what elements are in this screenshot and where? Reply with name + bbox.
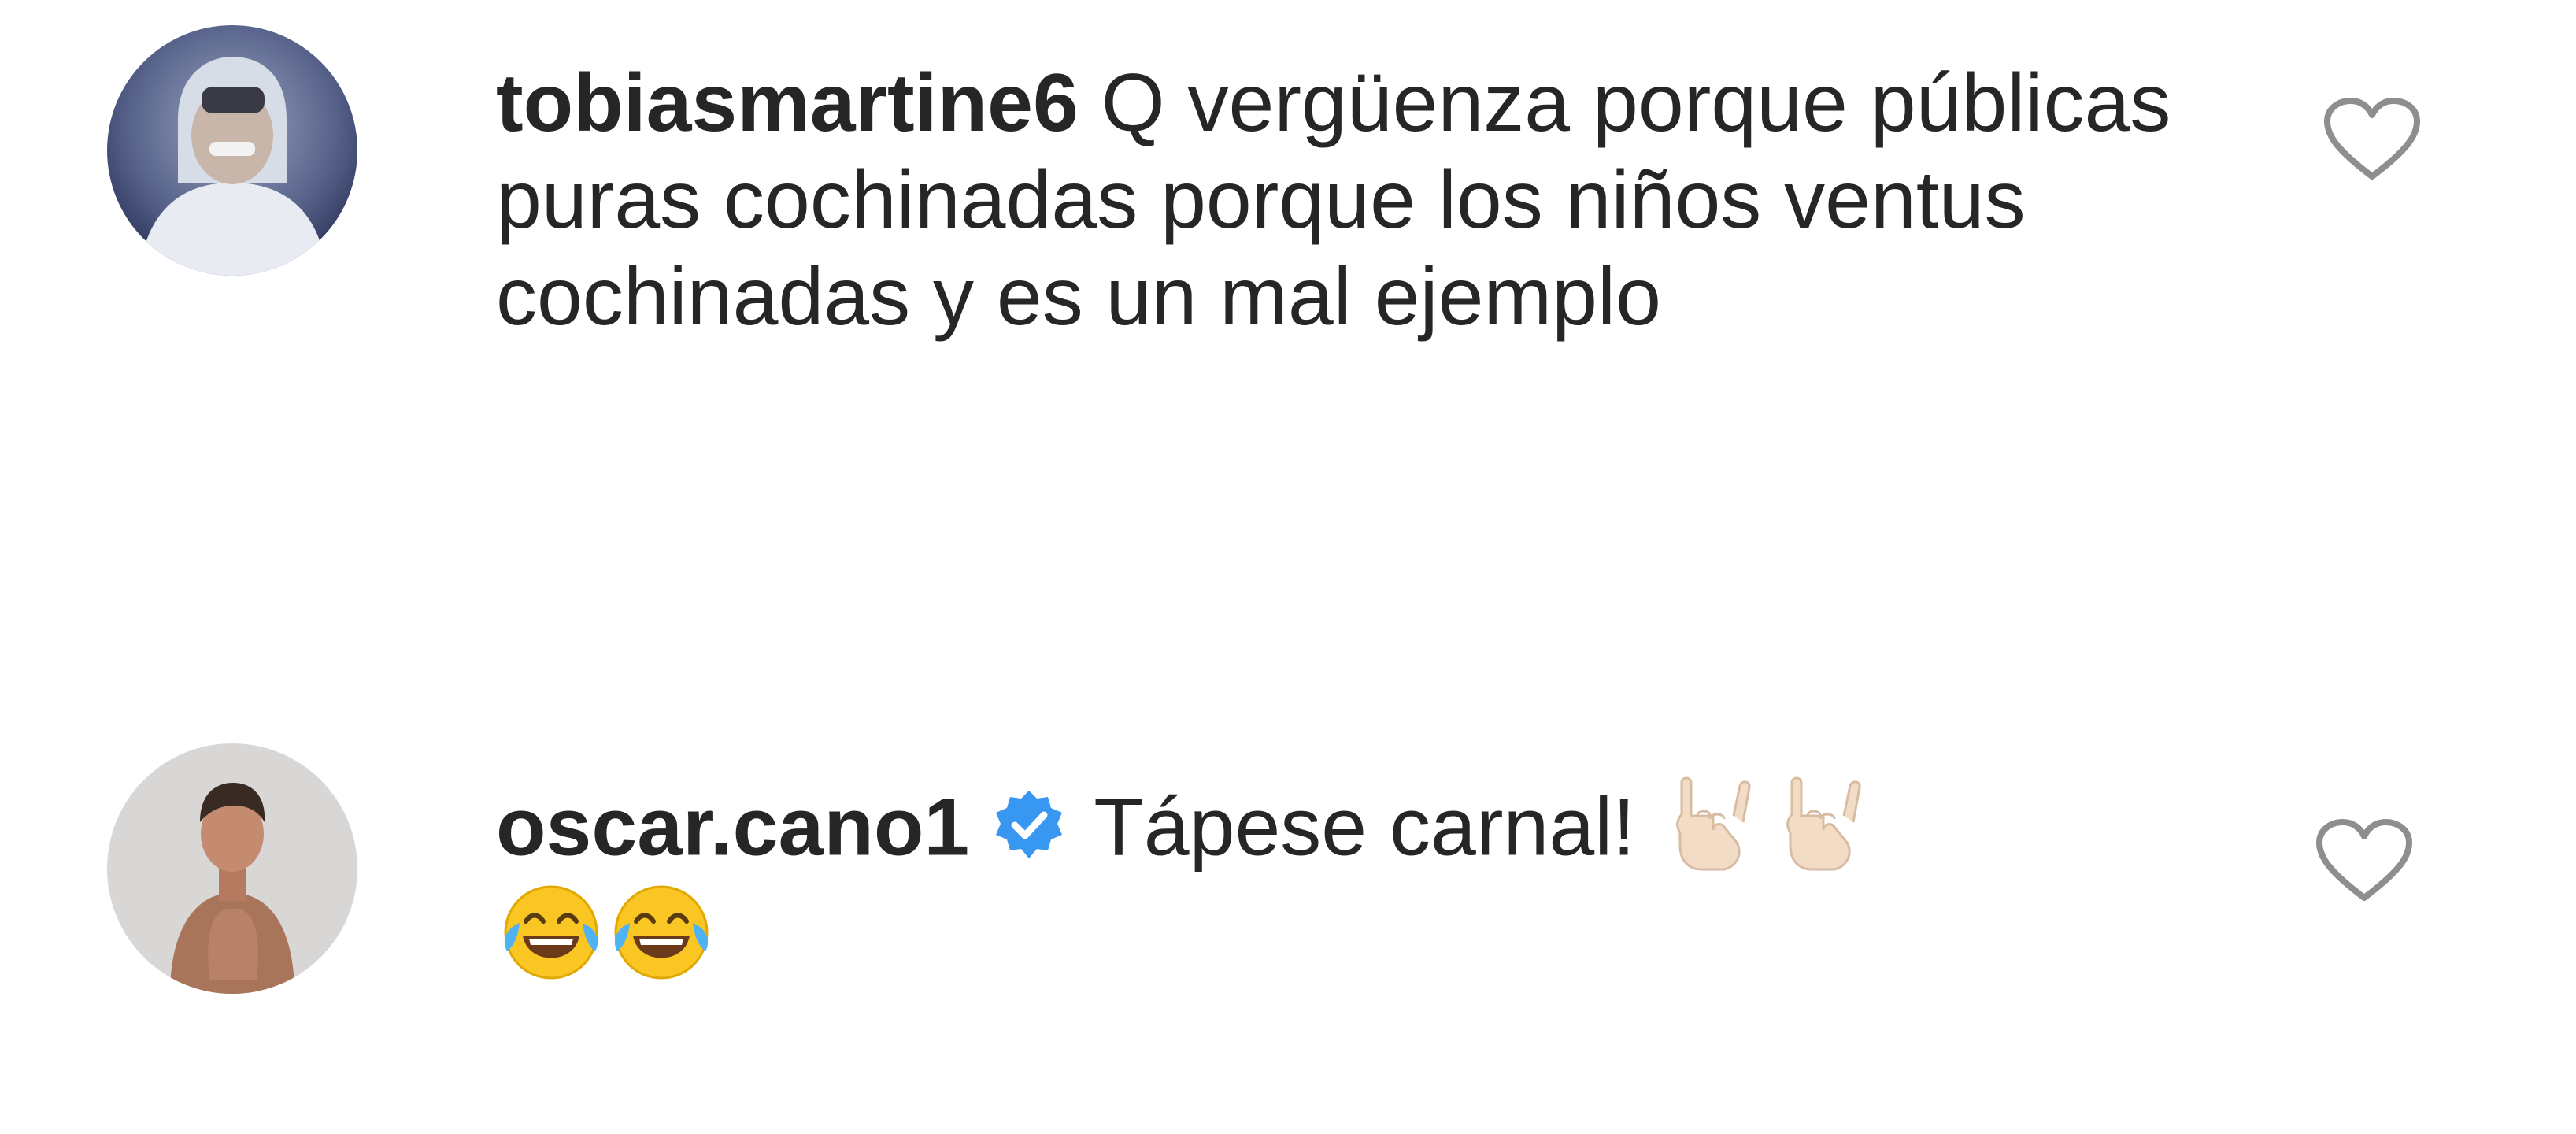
comment-item: oscar.cano1 Tápese carnal!	[0, 709, 2576, 1134]
sign-of-the-horns-emoji	[1768, 767, 1878, 877]
like-button[interactable]	[2313, 816, 2415, 906]
comment-avatar[interactable]	[107, 743, 357, 994]
comment-avatar[interactable]	[107, 25, 357, 276]
face-with-tears-of-joy-emoji	[496, 877, 606, 988]
comment-username[interactable]: oscar.cano1	[496, 781, 969, 873]
comment-item: tobiasmartine6 Q vergüenza porque públic…	[0, 0, 2576, 709]
sign-of-the-horns-emoji	[1658, 767, 1768, 877]
comment-username[interactable]: tobiasmartine6	[496, 57, 1079, 149]
comment-body: tobiasmartine6 Q vergüenza porque públic…	[496, 55, 2291, 346]
avatar-image	[107, 743, 357, 994]
avatar-image	[107, 25, 357, 276]
face-with-tears-of-joy-emoji	[606, 877, 716, 988]
emoji-row	[496, 885, 716, 983]
comment-text: Tápese carnal!	[1094, 781, 1636, 873]
heart-outline-icon	[2324, 98, 2420, 180]
heart-outline-icon	[2316, 819, 2412, 901]
like-button[interactable]	[2321, 94, 2423, 184]
comment-body: oscar.cano1 Tápese carnal!	[496, 776, 2291, 999]
verified-badge-icon	[991, 788, 1067, 863]
